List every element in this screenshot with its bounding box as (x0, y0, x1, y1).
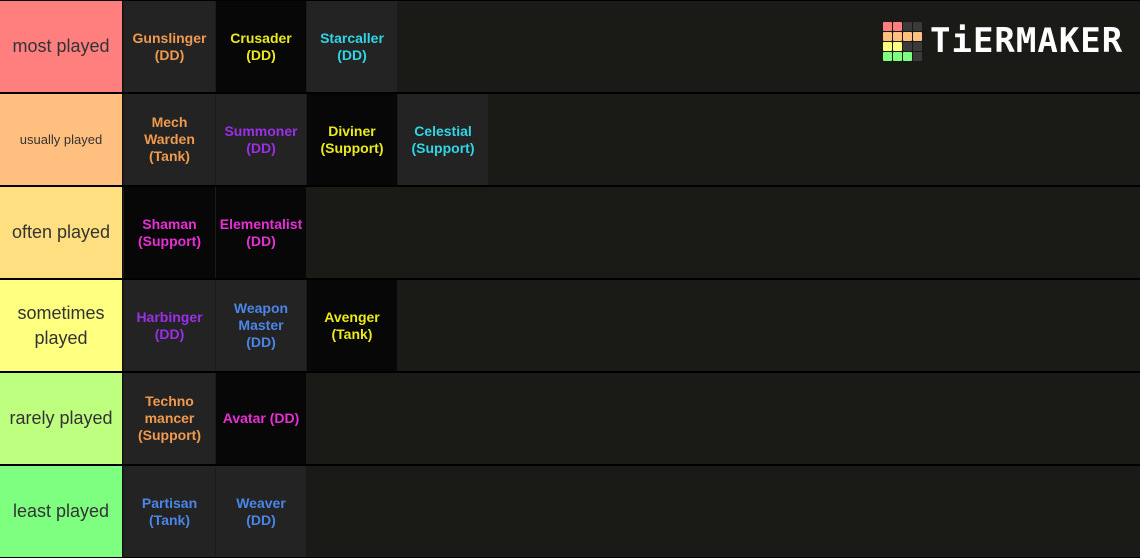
tier-item[interactable]: Partisan (Tank) (124, 466, 215, 557)
tier-row: rarely played Techno mancer (Support) Avat… (0, 373, 1140, 464)
tier-items: Shaman (Support) Elementalist (DD) (124, 187, 306, 278)
tier-list: least played Partisan (Tank) Weaver (DD) ra… (0, 0, 1140, 558)
tier-row: often played Shaman (Support) Elementalist… (0, 187, 1140, 278)
tier-label[interactable]: usually played (0, 94, 123, 185)
logo-grid-cell (883, 41, 892, 51)
tier-label[interactable]: least played (0, 466, 123, 557)
tier-item[interactable]: Techno mancer (Support) (124, 373, 215, 464)
tier-row: usually played Mech Warden (Tank) Summoner… (0, 94, 1140, 185)
tier-items: Mech Warden (Tank) Summoner (DD) Diviner (… (124, 94, 488, 185)
tier-items: Partisan (Tank) Weaver (DD) (124, 466, 306, 557)
tier-item[interactable]: Celestial (Support) (397, 94, 488, 185)
logo-grid-cell (913, 31, 922, 41)
logo-grid-cell (893, 31, 902, 41)
logo-grid-cell (903, 51, 912, 61)
logo-grid-cell (913, 21, 922, 31)
tier-label[interactable]: most played (0, 1, 123, 92)
tier-item[interactable]: Weapon Master (DD) (215, 280, 306, 371)
tier-items: Techno mancer (Support) Avatar (DD) (124, 373, 306, 464)
logo-grid-cell (883, 21, 892, 31)
tier-item[interactable]: Mech Warden (Tank) (124, 94, 215, 185)
logo-grid-cell (913, 51, 922, 61)
logo-grid-cell (903, 31, 912, 41)
tier-item[interactable]: Diviner (Support) (306, 94, 397, 185)
tiermaker-logo-icon (883, 21, 922, 61)
tier-label[interactable]: sometimes played (0, 280, 123, 371)
tier-item[interactable]: Shaman (Support) (124, 187, 215, 278)
tiermaker-logo: TiERMAKER (883, 20, 1123, 62)
logo-grid-cell (913, 41, 922, 51)
tier-items: Harbinger (DD) Weapon Master (DD) Avenger … (124, 280, 397, 371)
tier-item[interactable]: Crusader (DD) (215, 1, 306, 92)
tiermaker-logo-text: TiERMAKER (930, 21, 1124, 61)
tier-item[interactable]: Avenger (Tank) (306, 280, 397, 371)
tier-item[interactable]: Starcaller (DD) (306, 1, 397, 92)
tier-row: least played Partisan (Tank) Weaver (DD) (0, 466, 1140, 557)
tier-item[interactable]: Harbinger (DD) (124, 280, 215, 371)
tier-item[interactable]: Gunslinger (DD) (124, 1, 215, 92)
logo-grid-cell (903, 41, 912, 51)
logo-grid-cell (893, 41, 902, 51)
logo-grid-cell (883, 31, 892, 41)
tier-item[interactable]: Weaver (DD) (215, 466, 306, 557)
logo-grid-cell (883, 51, 892, 61)
tier-item[interactable]: Avatar (DD) (215, 373, 306, 464)
logo-grid-cell (893, 21, 902, 31)
tier-row: sometimes played Harbinger (DD) Weapon Mas… (0, 280, 1140, 371)
tier-label[interactable]: rarely played (0, 373, 123, 464)
logo-grid-cell (903, 21, 912, 31)
tier-item[interactable]: Elementalist (DD) (215, 187, 306, 278)
tier-label[interactable]: often played (0, 187, 123, 278)
logo-grid-cell (893, 51, 902, 61)
tier-item[interactable]: Summoner (DD) (215, 94, 306, 185)
tier-items: Gunslinger (DD) Crusader (DD) Starcaller (… (124, 1, 397, 92)
